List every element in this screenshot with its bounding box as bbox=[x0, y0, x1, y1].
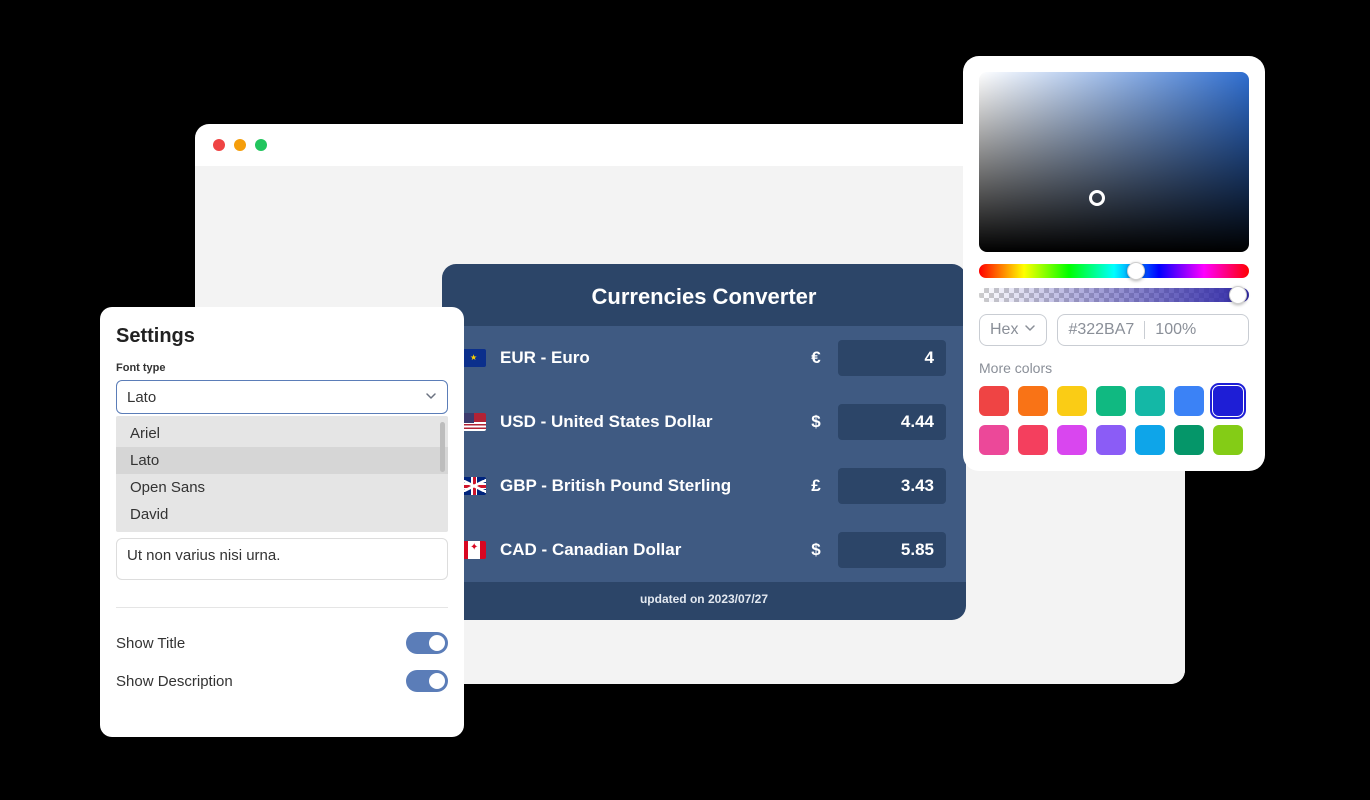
sv-cursor[interactable] bbox=[1089, 190, 1105, 206]
window-minimize-button[interactable] bbox=[234, 139, 246, 151]
swatch-8[interactable] bbox=[1018, 425, 1048, 455]
saturation-value-area[interactable] bbox=[979, 72, 1249, 252]
currency-input-usd[interactable] bbox=[838, 404, 946, 440]
swatch-grid bbox=[979, 386, 1249, 455]
currency-symbol: $ bbox=[808, 412, 824, 432]
show-title-label: Show Title bbox=[116, 635, 185, 652]
currency-name: EUR - Euro bbox=[500, 348, 794, 368]
show-title-row: Show Title bbox=[116, 624, 448, 662]
settings-panel: Settings Font type Lato ArielLatoOpen Sa… bbox=[100, 307, 464, 737]
font-dropdown: ArielLatoOpen SansDavid bbox=[116, 416, 448, 532]
font-option-david[interactable]: David bbox=[116, 501, 448, 528]
font-option-lato[interactable]: Lato bbox=[116, 447, 448, 474]
flag-gb-icon bbox=[462, 477, 486, 495]
chevron-down-icon bbox=[425, 389, 437, 406]
currencies-body: EUR - Euro € USD - United States Dollar $ GB… bbox=[442, 326, 966, 582]
show-description-label: Show Description bbox=[116, 673, 233, 690]
chevron-down-icon bbox=[1024, 321, 1036, 339]
swatch-7[interactable] bbox=[979, 425, 1009, 455]
hue-slider[interactable] bbox=[979, 264, 1249, 278]
currency-row-gbp: GBP - British Pound Sterling £ bbox=[442, 454, 966, 518]
currency-row-eur: EUR - Euro € bbox=[442, 326, 966, 390]
font-option-ariel[interactable]: Ariel bbox=[116, 420, 448, 447]
swatch-0[interactable] bbox=[979, 386, 1009, 416]
flag-ca-icon bbox=[462, 541, 486, 559]
updated-prefix: updated on bbox=[640, 592, 708, 606]
font-select[interactable]: Lato bbox=[116, 380, 448, 414]
currency-row-usd: USD - United States Dollar $ bbox=[442, 390, 966, 454]
font-select-value: Lato bbox=[127, 389, 156, 406]
divider bbox=[116, 607, 448, 608]
currency-input-eur[interactable] bbox=[838, 340, 946, 376]
swatch-5[interactable] bbox=[1174, 386, 1204, 416]
format-select[interactable]: Hex bbox=[979, 314, 1047, 346]
window-maximize-button[interactable] bbox=[255, 139, 267, 151]
currency-name: GBP - British Pound Sterling bbox=[500, 476, 794, 496]
currency-name: USD - United States Dollar bbox=[500, 412, 794, 432]
currency-symbol: $ bbox=[808, 540, 824, 560]
currency-row-cad: CAD - Canadian Dollar $ bbox=[442, 518, 966, 582]
swatch-9[interactable] bbox=[1057, 425, 1087, 455]
swatch-12[interactable] bbox=[1174, 425, 1204, 455]
alpha-slider[interactable] bbox=[979, 288, 1249, 302]
description-textarea[interactable] bbox=[116, 538, 448, 580]
swatch-2[interactable] bbox=[1057, 386, 1087, 416]
swatch-11[interactable] bbox=[1135, 425, 1165, 455]
hue-thumb[interactable] bbox=[1127, 262, 1145, 280]
value-divider bbox=[1144, 321, 1145, 339]
format-label: Hex bbox=[990, 321, 1018, 339]
swatch-3[interactable] bbox=[1096, 386, 1126, 416]
swatch-4[interactable] bbox=[1135, 386, 1165, 416]
swatch-10[interactable] bbox=[1096, 425, 1126, 455]
picker-inputs: Hex #322BA7 100% bbox=[979, 314, 1249, 346]
currencies-panel: Currencies Converter EUR - Euro € USD - Un… bbox=[442, 264, 966, 620]
swatch-6[interactable] bbox=[1213, 386, 1243, 416]
flag-us-icon bbox=[462, 413, 486, 431]
show-description-toggle[interactable] bbox=[406, 670, 448, 692]
swatch-1[interactable] bbox=[1018, 386, 1048, 416]
currency-symbol: £ bbox=[808, 476, 824, 496]
updated-date: 2023/07/27 bbox=[708, 592, 768, 606]
window-close-button[interactable] bbox=[213, 139, 225, 151]
currency-input-gbp[interactable] bbox=[838, 468, 946, 504]
currencies-title: Currencies Converter bbox=[442, 264, 966, 326]
flag-eu-icon bbox=[462, 349, 486, 367]
opacity-value: 100% bbox=[1155, 321, 1196, 339]
show-description-row: Show Description bbox=[116, 662, 448, 700]
font-option-open-sans[interactable]: Open Sans bbox=[116, 474, 448, 501]
hex-value: #322BA7 bbox=[1068, 321, 1134, 339]
currency-symbol: € bbox=[808, 348, 824, 368]
swatch-13[interactable] bbox=[1213, 425, 1243, 455]
dropdown-scrollbar[interactable] bbox=[440, 422, 445, 472]
currencies-updated: updated on 2023/07/27 bbox=[442, 582, 966, 610]
more-colors-label: More colors bbox=[979, 360, 1249, 376]
font-type-label: Font type bbox=[116, 362, 448, 374]
color-value-box[interactable]: #322BA7 100% bbox=[1057, 314, 1249, 346]
currency-name: CAD - Canadian Dollar bbox=[500, 540, 794, 560]
currency-input-cad[interactable] bbox=[838, 532, 946, 568]
alpha-thumb[interactable] bbox=[1229, 286, 1247, 304]
settings-title: Settings bbox=[116, 325, 448, 348]
show-title-toggle[interactable] bbox=[406, 632, 448, 654]
color-picker-panel: Hex #322BA7 100% More colors bbox=[963, 56, 1265, 471]
